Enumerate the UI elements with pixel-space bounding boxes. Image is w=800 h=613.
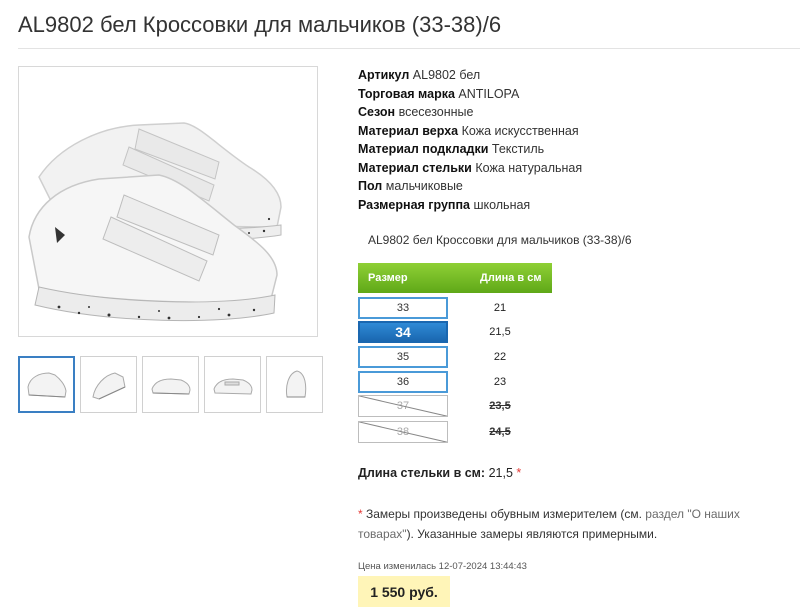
thumbnail-3[interactable] — [142, 356, 199, 413]
size-length: 24,5 — [489, 426, 511, 438]
property-value: AL9802 бел — [412, 68, 481, 82]
size-length: 22 — [493, 351, 507, 363]
property-value: всесезонные — [398, 105, 474, 119]
thumbnail-1[interactable] — [18, 356, 75, 413]
note-text-before: Замеры произведены обувным измерителем (… — [362, 507, 646, 521]
insole-label: Длина стельки в см: — [358, 466, 486, 480]
property-label: Материал стельки — [358, 160, 472, 175]
price-badge: 1 550 руб. — [358, 576, 450, 607]
size-button-37-unavailable: 37 — [358, 395, 448, 417]
thumbnail-strip — [18, 356, 323, 413]
product-properties: Артикул AL9802 бел Торговая марка ANTILO… — [358, 66, 582, 214]
product-subtitle: AL9802 бел Кроссовки для мальчиков (33-3… — [368, 233, 632, 247]
property-value: мальчиковые — [385, 179, 463, 193]
thumbnail-2[interactable] — [80, 356, 137, 413]
size-row-35: 35 22 — [358, 345, 588, 369]
size-column-header: Размер — [368, 272, 408, 284]
size-row-36: 36 23 — [358, 370, 588, 394]
size-button-33[interactable]: 33 — [358, 297, 448, 319]
property-row: Артикул AL9802 бел — [358, 66, 582, 85]
size-button-38-unavailable: 38 — [358, 421, 448, 443]
property-row: Материал верха Кожа искусственная — [358, 122, 582, 141]
shoe-thumb-icon — [26, 371, 67, 398]
price-changed-date: Цена изменилась 12-07-2024 13:44:43 — [358, 561, 527, 572]
size-length: 23,5 — [489, 400, 511, 412]
title-divider — [18, 48, 800, 49]
insole-value: 21,5 — [488, 466, 513, 480]
size-length: 23 — [493, 376, 507, 388]
property-value: Кожа натуральная — [475, 160, 583, 175]
size-button-36[interactable]: 36 — [358, 371, 448, 393]
thumbnail-5[interactable] — [266, 356, 323, 413]
main-product-photo[interactable] — [18, 66, 318, 337]
property-label: Размерная группа — [358, 197, 470, 212]
property-value: Кожа искусственная — [461, 123, 579, 138]
property-label: Сезон — [358, 105, 396, 119]
size-row-38: 38 24,5 — [358, 420, 588, 444]
property-label: Материал верха — [358, 123, 459, 138]
shoe-thumb-icon — [150, 377, 191, 395]
note-text-after: ). Указанные замеры являются примерными. — [406, 527, 658, 541]
shoe-thumb-icon — [212, 377, 253, 395]
insole-length: Длина стельки в см: 21,5 * — [358, 466, 521, 480]
property-label: Пол — [358, 179, 383, 193]
shoe-thumb-icon — [91, 371, 126, 400]
length-column-header: Длина в см — [480, 272, 542, 284]
property-label: Торговая марка — [358, 86, 455, 101]
size-button-35[interactable]: 35 — [358, 346, 448, 368]
property-label: Артикул — [358, 68, 410, 82]
property-value: ANTILOPA — [458, 86, 520, 101]
size-length: 21 — [493, 302, 507, 314]
product-title: AL9802 бел Кроссовки для мальчиков (33-3… — [18, 12, 502, 37]
measurement-note: * Замеры произведены обувным измерителем… — [358, 504, 778, 544]
shoe-photo-icon — [28, 122, 282, 322]
thumbnail-4[interactable] — [204, 356, 261, 413]
size-length: 21,5 — [489, 326, 511, 338]
size-row-37: 37 23,5 — [358, 394, 588, 418]
size-button-34[interactable]: 34 — [358, 321, 448, 343]
size-row-34: 34 21,5 — [358, 320, 588, 344]
insole-asterisk: * — [516, 466, 522, 480]
shoe-thumb-icon — [285, 369, 306, 397]
property-row: Размерная группа школьная — [358, 196, 582, 215]
property-row: Торговая марка ANTILOPA — [358, 85, 582, 104]
property-label: Материал подкладки — [358, 142, 489, 156]
property-value: школьная — [473, 197, 531, 212]
size-table-header: Размер Длина в см — [358, 263, 552, 293]
property-row: Сезон всесезонные — [358, 103, 582, 122]
property-row: Материал стельки Кожа натуральная — [358, 159, 582, 178]
size-row-33: 33 21 — [358, 296, 588, 320]
property-row: Пол мальчиковые — [358, 177, 582, 196]
property-value: Текстиль — [491, 142, 545, 156]
property-row: Материал подкладки Текстиль — [358, 140, 582, 159]
